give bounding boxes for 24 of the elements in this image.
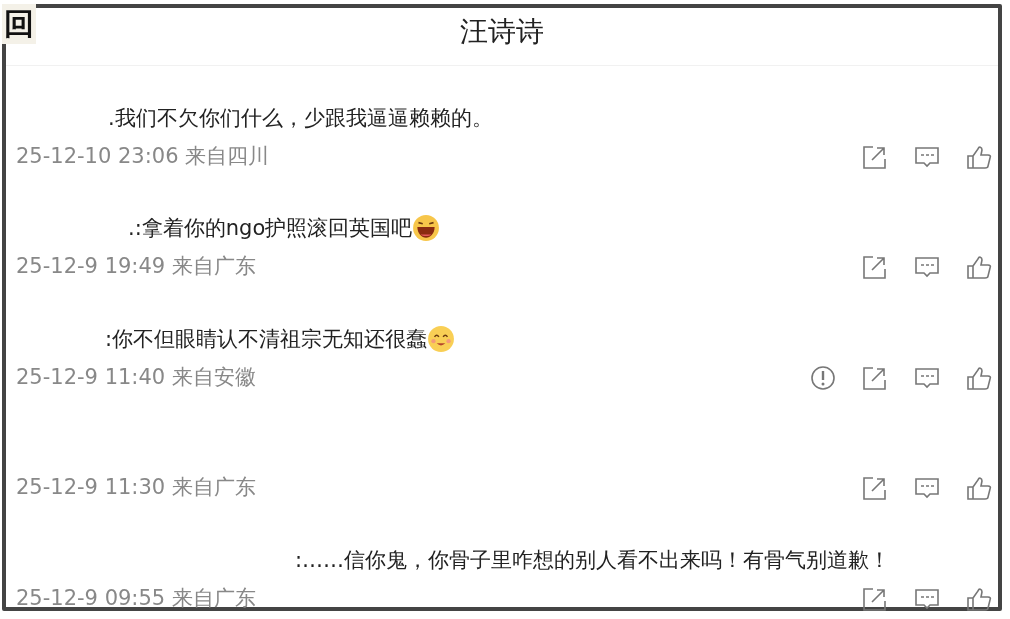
- comment-text: .我们不欠你们什么，少跟我逼逼赖赖的。: [108, 104, 493, 132]
- share-icon[interactable]: [862, 143, 888, 170]
- comment-meta: 25-12-10 23:06 来自四川: [16, 142, 270, 170]
- like-icon[interactable]: [966, 364, 992, 391]
- like-icon[interactable]: [966, 143, 992, 170]
- comment-meta: 25-12-9 11:40 来自安徽: [16, 363, 256, 391]
- comment-meta: 25-12-9 11:30 来自广东: [16, 474, 256, 502]
- share-icon[interactable]: [862, 585, 888, 612]
- share-icon[interactable]: [862, 475, 888, 501]
- comment-text: .:拿着你的ngo护照滚回英国吧: [128, 215, 413, 242]
- corner-label: 回: [2, 4, 36, 44]
- comment-text: :你不但眼睛认不清祖宗无知还很蠢: [105, 325, 428, 353]
- like-icon[interactable]: [966, 254, 992, 280]
- report-icon[interactable]: [810, 364, 836, 391]
- like-icon[interactable]: [966, 475, 992, 501]
- laughing-emoji-icon: [412, 214, 441, 242]
- comment-text: :……信你鬼，你骨子里咋想的别人看不出来吗！有骨气别道歉！: [295, 546, 891, 574]
- smiling-emoji-icon: [427, 324, 456, 353]
- comment-meta: 25-12-9 19:49 来自广东: [16, 253, 256, 281]
- share-icon[interactable]: [862, 364, 888, 391]
- comment-meta: 25-12-9 09:55 来自广东: [16, 584, 256, 612]
- like-icon[interactable]: [966, 585, 992, 612]
- page-title: 汪诗诗: [460, 15, 544, 48]
- share-icon[interactable]: [862, 254, 888, 280]
